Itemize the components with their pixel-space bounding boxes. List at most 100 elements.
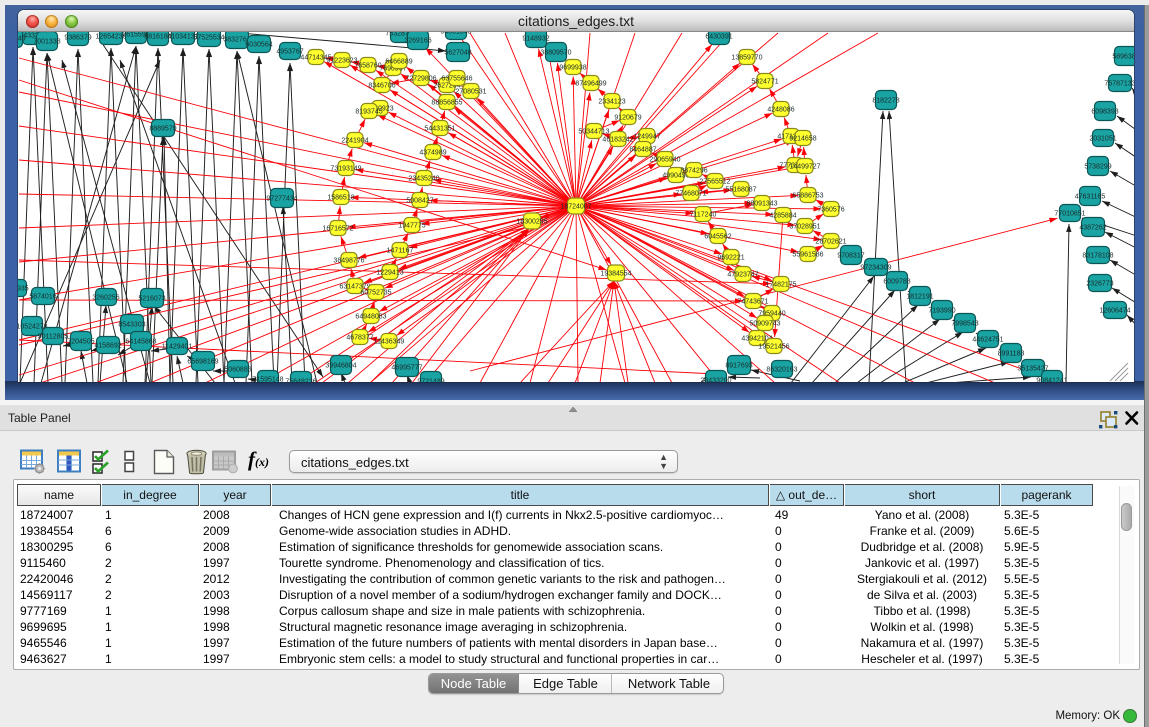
- svg-text:7204505: 7204505: [67, 338, 94, 345]
- svg-text:2326773: 2326773: [1086, 280, 1113, 287]
- svg-text:5738299: 5738299: [1084, 163, 1111, 170]
- svg-text:47923747: 47923747: [727, 271, 758, 278]
- svg-text:1812191: 1812191: [906, 293, 933, 300]
- svg-text:5824771: 5824771: [751, 78, 778, 85]
- svg-text:9699938: 9699938: [559, 64, 586, 71]
- svg-text:46995777: 46995777: [391, 364, 422, 371]
- svg-text:18724007: 18724007: [560, 203, 591, 210]
- svg-text:77010651: 77010651: [1054, 210, 1085, 217]
- svg-text:12606474: 12606474: [1099, 307, 1130, 314]
- svg-text:11436349: 11436349: [374, 338, 405, 345]
- svg-text:6430391: 6430391: [705, 33, 732, 40]
- svg-text:5238849: 5238849: [18, 35, 26, 42]
- svg-text:14499727: 14499727: [789, 163, 820, 170]
- svg-text:75787133: 75787133: [1104, 80, 1134, 87]
- svg-text:7360576: 7360576: [817, 206, 844, 213]
- svg-text:7117240: 7117240: [690, 211, 717, 218]
- svg-text:1586518: 1586518: [327, 194, 354, 201]
- svg-text:5008427: 5008427: [406, 197, 433, 204]
- svg-text:74743671: 74743671: [737, 298, 768, 305]
- svg-text:8874296: 8874296: [680, 167, 707, 174]
- svg-text:28702621: 28702621: [815, 238, 846, 245]
- svg-text:90112805: 90112805: [38, 333, 69, 340]
- svg-text:7998543: 7998543: [951, 320, 978, 327]
- svg-text:64145868: 64145868: [125, 338, 156, 345]
- svg-text:8543303: 8543303: [118, 321, 145, 328]
- svg-text:91223623: 91223623: [326, 57, 357, 64]
- svg-text:50344713: 50344713: [578, 128, 609, 135]
- svg-text:2031051: 2031051: [1089, 135, 1116, 142]
- svg-text:63755646: 63755646: [441, 75, 472, 82]
- svg-text:44624751: 44624751: [972, 336, 1003, 343]
- svg-text:4248086: 4248086: [767, 106, 794, 113]
- svg-text:7193990: 7193990: [928, 307, 955, 314]
- svg-text:17482175: 17482175: [765, 281, 796, 288]
- svg-text:90841241: 90841241: [1036, 377, 1067, 382]
- svg-text:16716572: 16716572: [322, 225, 353, 232]
- svg-text:55168087: 55168087: [725, 186, 756, 193]
- svg-text:60752735: 60752735: [360, 289, 391, 296]
- svg-text:57525534: 57525534: [193, 34, 224, 41]
- svg-text:2241904: 2241904: [341, 137, 368, 144]
- svg-text:65698169: 65698169: [187, 358, 218, 365]
- svg-text:6098393: 6098393: [1091, 108, 1118, 115]
- svg-text:6030564: 6030564: [245, 41, 272, 48]
- svg-text:88856855: 88856855: [431, 99, 462, 106]
- svg-text:94801845: 94801845: [440, 32, 471, 35]
- svg-text:97277434: 97277434: [266, 195, 297, 202]
- svg-text:27080531: 27080531: [455, 88, 486, 95]
- svg-text:9386379: 9386379: [64, 34, 91, 41]
- svg-text:73193149: 73193149: [330, 165, 361, 172]
- svg-text:4374989: 4374989: [419, 149, 446, 156]
- svg-text:39946804: 39946804: [325, 362, 356, 369]
- svg-text:88091343: 88091343: [746, 200, 777, 207]
- svg-text:27565512: 27565512: [699, 178, 730, 185]
- svg-text:5896383: 5896383: [1112, 53, 1134, 60]
- svg-text:8889579: 8889579: [149, 125, 176, 132]
- svg-text:64948083: 64948083: [355, 313, 386, 320]
- svg-text:55961586: 55961586: [792, 251, 823, 258]
- svg-text:5874016: 5874016: [29, 293, 56, 300]
- svg-text:87496499: 87496499: [575, 80, 606, 87]
- svg-text:7658760: 7658760: [354, 62, 381, 69]
- svg-text:18300295: 18300295: [516, 218, 547, 225]
- svg-text:38498776: 38498776: [333, 257, 364, 264]
- svg-text:47631165: 47631165: [1075, 193, 1106, 200]
- svg-text:23433200: 23433200: [700, 377, 731, 382]
- svg-text:5216073: 5216073: [138, 295, 165, 302]
- svg-text:6045562: 6045562: [704, 233, 731, 240]
- svg-text:11429401: 11429401: [162, 343, 193, 350]
- svg-text:75648236: 75648236: [285, 378, 316, 382]
- svg-text:9148932: 9148932: [522, 35, 549, 42]
- svg-text:3260256: 3260256: [92, 294, 119, 301]
- svg-text:6009788: 6009788: [883, 278, 910, 285]
- svg-text:19521456: 19521456: [758, 343, 789, 350]
- svg-text:1947775: 1947775: [398, 222, 425, 229]
- svg-text:8346706: 8346706: [368, 82, 395, 89]
- svg-text:1249947: 1249947: [633, 133, 660, 140]
- svg-text:2334123: 2334123: [598, 98, 625, 105]
- svg-text:13859770: 13859770: [731, 54, 762, 61]
- svg-text:9214658: 9214658: [789, 135, 816, 142]
- svg-text:8193745: 8193745: [355, 108, 382, 115]
- svg-text:97234309: 97234309: [860, 264, 891, 271]
- svg-text:77468071: 77468071: [675, 190, 706, 197]
- svg-text:8917693: 8917693: [725, 362, 752, 369]
- svg-text:4158692: 4158692: [94, 342, 121, 349]
- svg-text:9721489: 9721489: [417, 378, 444, 382]
- svg-text:9244935: 9244935: [18, 285, 29, 292]
- svg-text:9692221: 9692221: [717, 254, 744, 261]
- svg-text:50909743: 50909743: [749, 320, 780, 327]
- svg-text:38809570: 38809570: [540, 49, 571, 56]
- svg-text:3269166: 3269166: [404, 37, 431, 44]
- svg-text:4678377: 4678377: [346, 334, 373, 341]
- svg-text:37028951: 37028951: [789, 223, 820, 230]
- svg-text:5627048: 5627048: [444, 49, 471, 56]
- svg-text:54431351: 54431351: [424, 125, 455, 132]
- svg-text:23435240: 23435240: [408, 175, 439, 182]
- svg-text:4285884: 4285884: [769, 212, 796, 219]
- svg-text:8182278: 8182278: [872, 97, 899, 104]
- svg-text:5060883: 5060883: [224, 366, 251, 373]
- svg-text:83178108: 83178108: [1082, 252, 1113, 259]
- svg-text:65886753: 65886753: [792, 192, 823, 199]
